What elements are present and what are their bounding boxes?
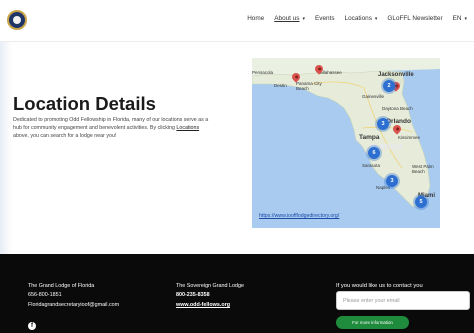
locations-link[interactable]: Locations bbox=[176, 125, 199, 131]
map-label-kissimmee: Kissimmee bbox=[398, 135, 421, 140]
footer-grand-lodge-phone: 656-800-1851 bbox=[28, 292, 62, 299]
footer-grand-lodge-email[interactable]: Floridagrandsecretaryioof@gmail.com bbox=[28, 301, 119, 310]
footer-sovereign-lodge: The Sovereign Grand Lodge 800-235-8358 w… bbox=[176, 282, 244, 310]
nav-about-label: About us bbox=[274, 15, 300, 22]
footer-sovereign-phone: 800-235-8358 bbox=[176, 292, 210, 299]
page-title: Location Details bbox=[13, 93, 156, 114]
footer-grand-lodge-name: The Grand Lodge of Florida bbox=[28, 283, 95, 289]
footer-sovereign-name: The Sovereign Grand Lodge bbox=[176, 283, 245, 289]
nav-events[interactable]: Events bbox=[315, 15, 335, 22]
map-label-gainesville: Gainesville bbox=[362, 94, 385, 99]
chevron-down-icon: ▾ bbox=[374, 15, 378, 22]
map-cluster-marker[interactable]: 2 bbox=[383, 80, 395, 92]
map-cluster-marker[interactable]: 6 bbox=[368, 147, 380, 159]
nav-events-label: Events bbox=[315, 15, 335, 22]
language-label: EN bbox=[452, 15, 462, 22]
chevron-down-icon: ▾ bbox=[464, 15, 467, 22]
lodge-logo-icon[interactable] bbox=[7, 10, 27, 30]
intro-text: Dedicated to promoting Odd Fellowship in… bbox=[13, 116, 213, 141]
map-label-tampa: Tampa bbox=[359, 134, 380, 141]
nav-newsletter-label: GLoFFL Newsletter bbox=[387, 15, 443, 22]
language-selector[interactable]: EN ▾ bbox=[453, 15, 467, 22]
map-cluster-marker[interactable]: 5 bbox=[415, 196, 427, 208]
map-label-west-palm: West Palm Beach bbox=[412, 164, 434, 175]
map-label-panama-city: Panama City Beach bbox=[296, 81, 322, 92]
map-label-orlando: Orlando bbox=[386, 118, 411, 125]
nav-locations[interactable]: Locations ▾ bbox=[345, 15, 378, 22]
contact-title: If you would like us to contact you bbox=[336, 283, 423, 289]
map-cluster-marker[interactable]: 3 bbox=[377, 118, 389, 130]
nav-home-label: Home bbox=[247, 15, 265, 22]
nav-about-us[interactable]: About us ▾ bbox=[274, 15, 305, 22]
footer-sovereign-site-link[interactable]: www.odd-fellows.org bbox=[176, 301, 244, 310]
footer-grand-lodge: The Grand Lodge of Florida 656-800-1851 … bbox=[28, 282, 119, 310]
map-label-sarasota: Sarasota bbox=[362, 163, 381, 168]
left-edge-shade bbox=[0, 42, 12, 254]
site-footer: The Grand Lodge of Florida 656-800-1851 … bbox=[0, 254, 474, 333]
site-header: Home About us ▾ Events Locations ▾ GLoFF… bbox=[0, 0, 474, 42]
intro-text-end: above, you can search for a lodge near y… bbox=[13, 133, 117, 140]
chevron-down-icon: ▾ bbox=[302, 15, 305, 22]
nav-locations-label: Locations bbox=[344, 15, 372, 22]
map-label-jacksonville: Jacksonville bbox=[378, 72, 414, 78]
map-label-pensacola: Pensacola bbox=[252, 70, 274, 75]
map-label-daytona: Daytona Beach bbox=[382, 106, 413, 111]
nav-newsletter[interactable]: GLoFFL Newsletter bbox=[387, 15, 442, 22]
locations-map[interactable]: Pensacola Destin Panama City Beach Talla… bbox=[252, 58, 440, 228]
map-label-destin: Destin bbox=[274, 83, 287, 88]
map-cluster-marker[interactable]: 3 bbox=[386, 175, 398, 187]
facebook-icon[interactable]: f bbox=[28, 322, 36, 330]
nav-home[interactable]: Home bbox=[247, 15, 264, 22]
more-information-button[interactable]: For more information bbox=[336, 316, 409, 329]
lodge-directory-link[interactable]: https://www.ioofflodgedirectory.org/ bbox=[259, 213, 339, 219]
email-field[interactable] bbox=[336, 291, 470, 310]
main-nav: Home About us ▾ Events Locations ▾ GLoFF… bbox=[247, 15, 467, 22]
